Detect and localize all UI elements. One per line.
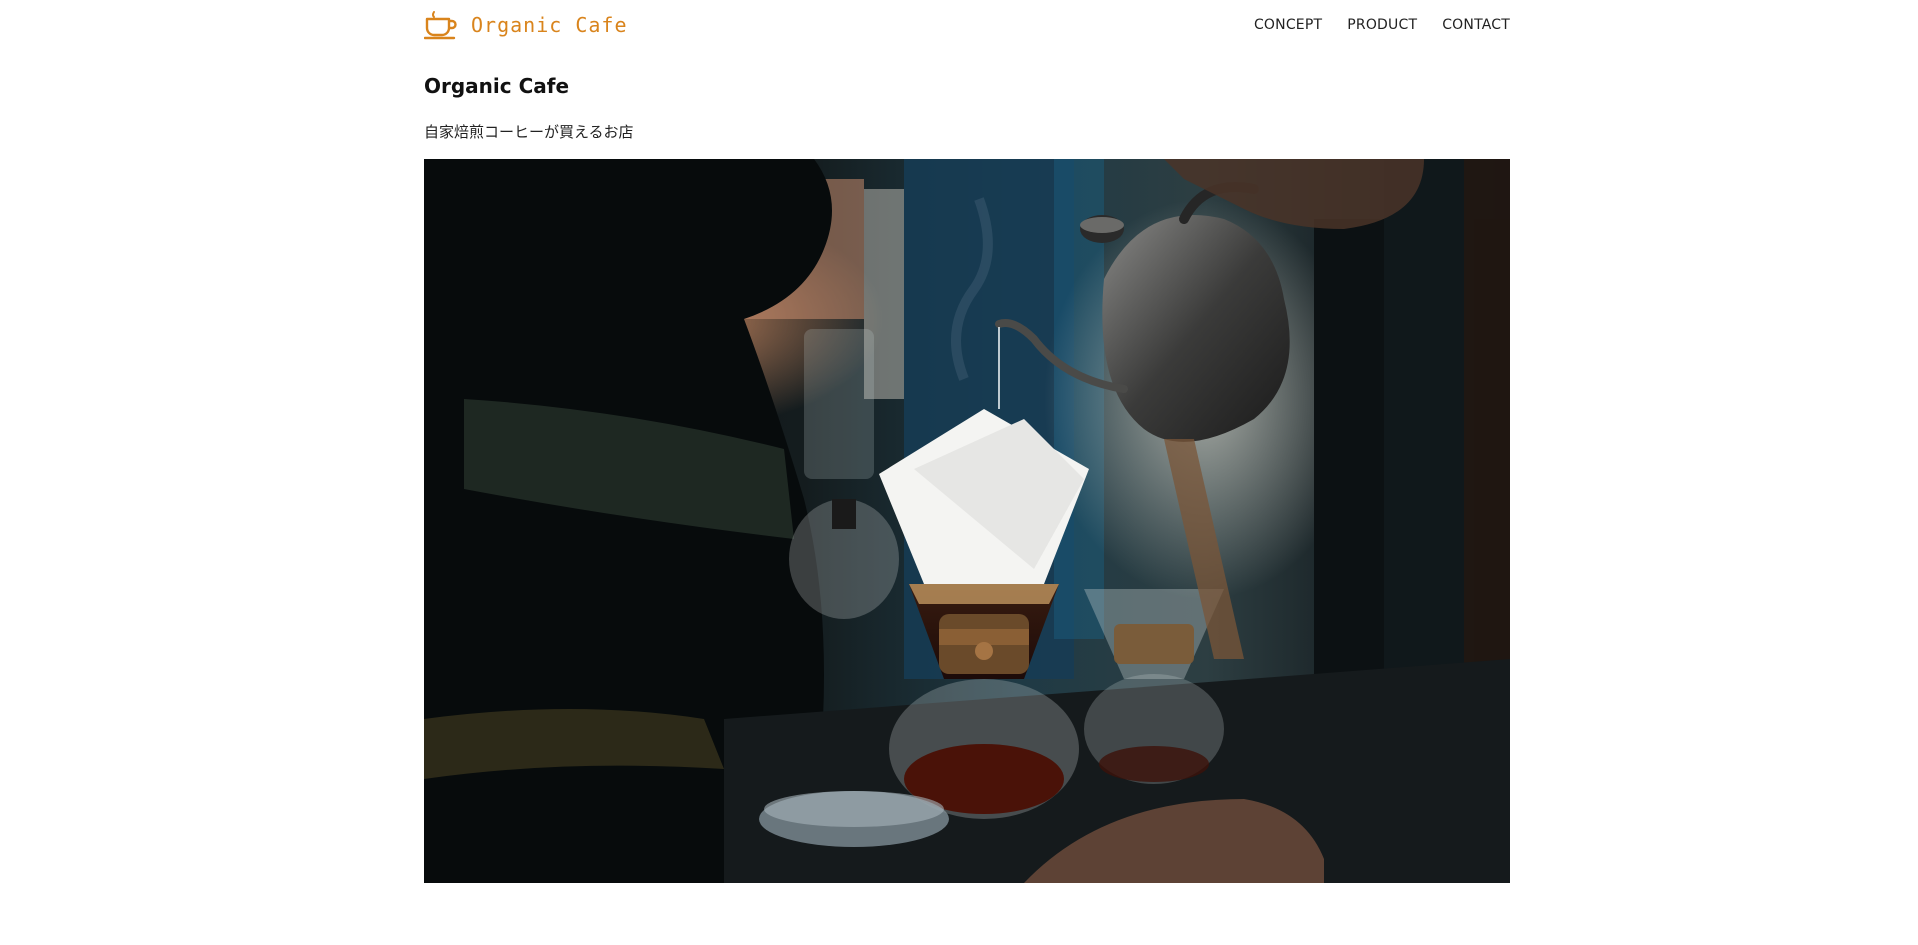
page-title: Organic Cafe xyxy=(424,74,570,98)
page-container: Organic Cafe CONCEPT PRODUCT CONTACT Org… xyxy=(424,0,1510,883)
nav-item-contact: CONTACT xyxy=(1442,14,1510,33)
nav-link-product[interactable]: PRODUCT xyxy=(1347,17,1417,33)
logo-link[interactable]: Organic Cafe xyxy=(424,10,628,40)
coffee-pour-over-photo xyxy=(424,159,1510,883)
tagline: 自家焙煎コーヒーが買えるお店 xyxy=(424,123,634,141)
nav-item-concept: CONCEPT xyxy=(1254,14,1322,33)
nav-item-product: PRODUCT xyxy=(1347,14,1417,33)
main-nav: CONCEPT PRODUCT CONTACT xyxy=(1254,14,1510,33)
hero-image xyxy=(424,159,1510,883)
logo-text: Organic Cafe xyxy=(471,13,628,37)
nav-link-contact[interactable]: CONTACT xyxy=(1442,17,1510,33)
nav-link-concept[interactable]: CONCEPT xyxy=(1254,17,1322,33)
site-header: Organic Cafe CONCEPT PRODUCT CONTACT xyxy=(424,0,1510,50)
coffee-cup-icon xyxy=(424,11,457,40)
